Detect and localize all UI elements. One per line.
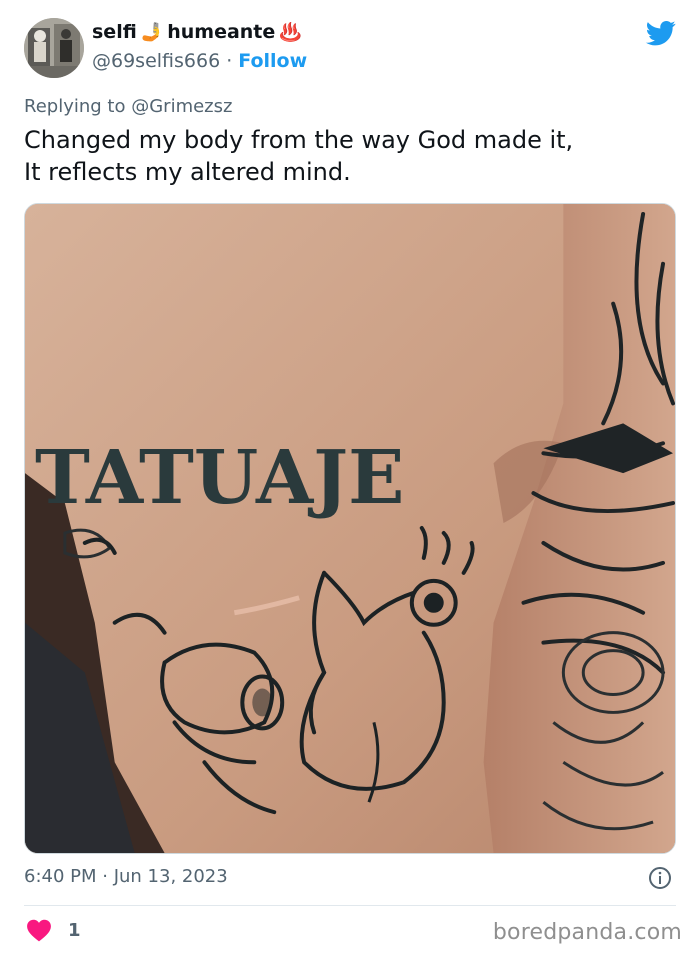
reply-mention-link[interactable]: @Grimezsz — [131, 96, 232, 117]
user-handle[interactable]: @69selfis666 — [92, 50, 220, 72]
tweet-text-line-2: It reflects my altered mind. — [24, 158, 351, 186]
selfie-emoji-icon: 🤳 — [140, 21, 164, 43]
twitter-bird-icon[interactable] — [644, 18, 678, 48]
divider — [24, 905, 676, 906]
avatar[interactable] — [24, 18, 84, 78]
info-icon[interactable] — [648, 866, 672, 890]
like-action[interactable]: 1 — [26, 918, 81, 942]
hot-springs-emoji-icon: ♨️ — [279, 21, 302, 43]
display-name-part1: selfi — [92, 21, 137, 43]
handle-row: @69selfis666 · Follow — [92, 50, 307, 72]
watermark: boredpanda.com — [492, 920, 682, 945]
tattoo-lettering: TATUAJE — [35, 435, 404, 521]
replying-prefix: Replying to — [24, 96, 126, 117]
tweet-text-line-1: Changed my body from the way God made it… — [24, 126, 574, 154]
heart-icon[interactable] — [26, 918, 52, 942]
display-name[interactable]: selfi 🤳 humeante ♨️ — [92, 21, 302, 43]
separator-dot: · — [226, 50, 233, 72]
tweet-card: selfi 🤳 humeante ♨️ @69selfis666 · Follo… — [0, 0, 700, 957]
like-count: 1 — [68, 919, 81, 941]
display-name-part2: humeante — [167, 21, 276, 43]
follow-button[interactable]: Follow — [238, 50, 307, 72]
tweet-photo[interactable]: TATUAJE — [24, 203, 676, 854]
tweet-text: Changed my body from the way God made it… — [24, 124, 674, 188]
tweet-timestamp[interactable]: 6:40 PM · Jun 13, 2023 — [24, 866, 228, 887]
replying-to: Replying to @Grimezsz — [24, 96, 232, 117]
